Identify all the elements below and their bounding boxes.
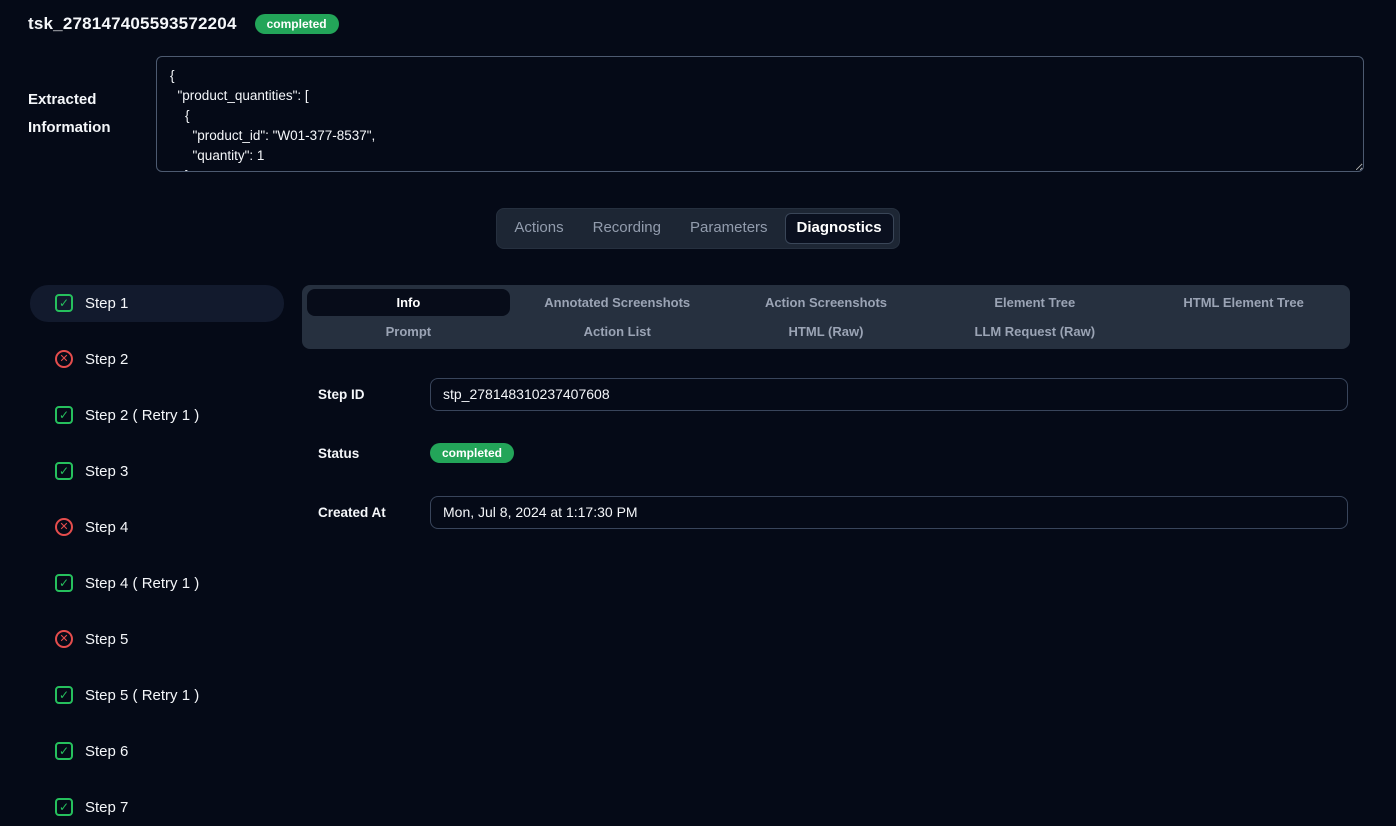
circle-x-icon: ✕ xyxy=(55,518,73,536)
step-label: Step 6 xyxy=(85,743,128,760)
subtab-html-element-tree[interactable]: HTML Element Tree xyxy=(1142,289,1345,316)
checkbox-check-icon: ✓ xyxy=(55,406,73,424)
diagnostics-panel: InfoAnnotated ScreenshotsAction Screensh… xyxy=(302,285,1350,826)
step-item-step-2[interactable]: ✕ Step 2 xyxy=(30,341,284,378)
field-row-created-at: Created At xyxy=(302,496,1350,529)
checkbox-check-icon: ✓ xyxy=(55,742,73,760)
tab-recording[interactable]: Recording xyxy=(581,213,673,244)
step-label: Step 7 xyxy=(85,799,128,816)
main-tabs-wrapper: ActionsRecordingParametersDiagnostics xyxy=(0,208,1396,249)
step-item-step-7[interactable]: ✓ Step 7 xyxy=(30,789,284,826)
step-item-step-1[interactable]: ✓ Step 1 xyxy=(30,285,284,322)
step-item-step-6[interactable]: ✓ Step 6 xyxy=(30,733,284,770)
created-at-input[interactable] xyxy=(430,496,1348,529)
extracted-information-textarea[interactable]: { "product_quantities": [ { "product_id"… xyxy=(156,56,1364,172)
step-item-step-4-retry-1[interactable]: ✓ Step 4 ( Retry 1 ) xyxy=(30,565,284,602)
step-label: Step 4 ( Retry 1 ) xyxy=(85,575,199,592)
checkbox-check-icon: ✓ xyxy=(55,462,73,480)
tab-parameters[interactable]: Parameters xyxy=(678,213,780,244)
step-label: Step 2 ( Retry 1 ) xyxy=(85,407,199,424)
task-status-badge: completed xyxy=(255,14,339,34)
info-fields: Step ID Status completed Created At xyxy=(302,378,1350,529)
subtab-action-list[interactable]: Action List xyxy=(516,318,719,345)
circle-x-icon: ✕ xyxy=(55,350,73,368)
field-row-step-id: Step ID xyxy=(302,378,1350,411)
task-header: tsk_278147405593572204 completed xyxy=(0,0,1396,34)
checkbox-check-icon: ✓ xyxy=(55,798,73,816)
subtab-prompt[interactable]: Prompt xyxy=(307,318,510,345)
subtab-annotated-screenshots[interactable]: Annotated Screenshots xyxy=(516,289,719,316)
main-tab-bar: ActionsRecordingParametersDiagnostics xyxy=(496,208,899,249)
step-item-step-2-retry-1[interactable]: ✓ Step 2 ( Retry 1 ) xyxy=(30,397,284,434)
step-id-label: Step ID xyxy=(318,387,430,402)
step-status-badge: completed xyxy=(430,443,514,463)
checkbox-check-icon: ✓ xyxy=(55,294,73,312)
step-label: Step 2 xyxy=(85,351,128,368)
extracted-information-section: Extracted Information { "product_quantit… xyxy=(0,56,1396,172)
subtab-llm-request-raw[interactable]: LLM Request (Raw) xyxy=(933,318,1136,345)
circle-x-icon: ✕ xyxy=(55,630,73,648)
tab-diagnostics[interactable]: Diagnostics xyxy=(785,213,894,244)
tab-actions[interactable]: Actions xyxy=(502,213,575,244)
step-item-step-3[interactable]: ✓ Step 3 xyxy=(30,453,284,490)
steps-sidebar: ✓ Step 1 ✕ Step 2 ✓ Step 2 ( Retry 1 ) ✓ Step 3… xyxy=(30,285,284,826)
subtab-html-raw[interactable]: HTML (Raw) xyxy=(725,318,928,345)
subtab-row-1: InfoAnnotated ScreenshotsAction Screensh… xyxy=(304,288,1348,317)
subtab-info[interactable]: Info xyxy=(307,289,510,316)
step-id-input[interactable] xyxy=(430,378,1348,411)
step-label: Step 3 xyxy=(85,463,128,480)
checkbox-check-icon: ✓ xyxy=(55,574,73,592)
task-id-title: tsk_278147405593572204 xyxy=(28,14,237,34)
step-item-step-5-retry-1[interactable]: ✓ Step 5 ( Retry 1 ) xyxy=(30,677,284,714)
step-label: Step 4 xyxy=(85,519,128,536)
subtab-row-2: PromptAction ListHTML (Raw)LLM Request (… xyxy=(304,317,1348,346)
extracted-information-label: Extracted Information xyxy=(28,86,156,142)
content-area: ✓ Step 1 ✕ Step 2 ✓ Step 2 ( Retry 1 ) ✓ Step 3… xyxy=(0,285,1396,826)
step-label: Step 1 xyxy=(85,295,128,312)
step-item-step-4[interactable]: ✕ Step 4 xyxy=(30,509,284,546)
step-item-step-5[interactable]: ✕ Step 5 xyxy=(30,621,284,658)
status-label: Status xyxy=(318,446,430,461)
created-at-label: Created At xyxy=(318,505,430,520)
subtab-action-screenshots[interactable]: Action Screenshots xyxy=(725,289,928,316)
subtab-element-tree[interactable]: Element Tree xyxy=(933,289,1136,316)
field-row-status: Status completed xyxy=(302,437,1350,470)
step-label: Step 5 xyxy=(85,631,128,648)
step-label: Step 5 ( Retry 1 ) xyxy=(85,687,199,704)
checkbox-check-icon: ✓ xyxy=(55,686,73,704)
subtab-bar: InfoAnnotated ScreenshotsAction Screensh… xyxy=(302,285,1350,349)
